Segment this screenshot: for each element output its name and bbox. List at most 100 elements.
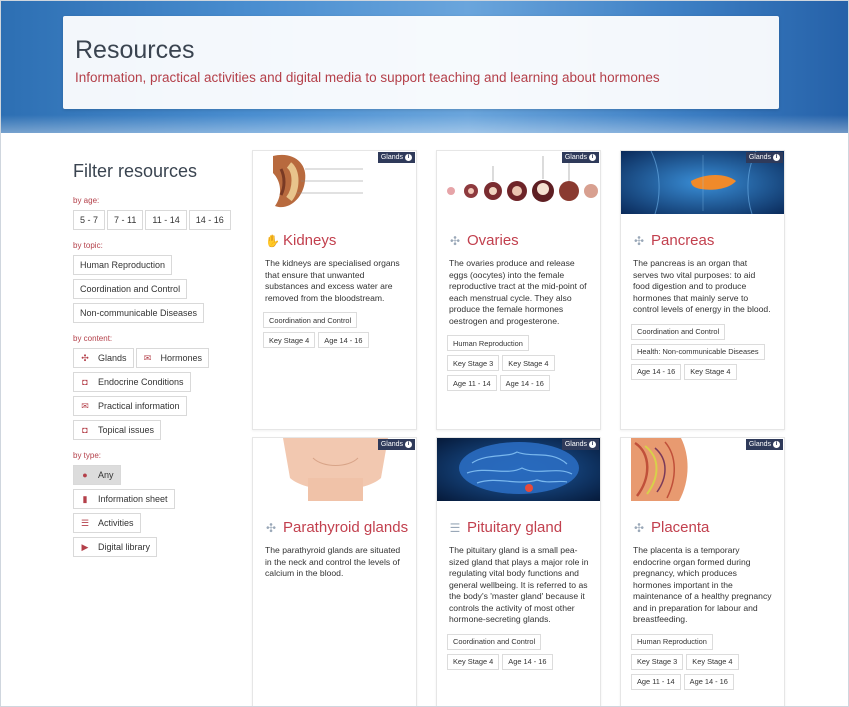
card-tags: Key Stage 4 Age 14 - 16 <box>263 332 410 348</box>
list-icon: ☰ <box>449 521 461 535</box>
filter-content-row: ✣ Glands ✉ Hormones <box>73 348 210 372</box>
glands-icon: ✣ <box>265 521 277 535</box>
tag-key-stage-4[interactable]: Key Stage 4 <box>263 332 316 348</box>
filter-content-glands[interactable]: ✣ Glands <box>73 348 134 368</box>
info-icon[interactable]: i <box>589 441 596 448</box>
card-tags: Age 11 - 14 Age 14 - 16 <box>447 375 594 391</box>
card-title[interactable]: ✣ Parathyroid glands <box>265 519 416 537</box>
card-badge: Glands i <box>377 152 415 163</box>
tag-key-stage-3[interactable]: Key Stage 3 <box>447 355 500 371</box>
info-icon[interactable]: i <box>405 441 412 448</box>
tag-health-non-communicable[interactable]: Health: Non-communicable Diseases <box>631 343 765 360</box>
card-description: The ovaries produce and release eggs (oo… <box>449 258 587 326</box>
card-description: The kidneys are specialised organs that … <box>265 258 400 303</box>
filter-age-7-11[interactable]: 7 - 11 <box>107 210 144 230</box>
filter-content-practical-label: Practical information <box>98 401 180 411</box>
hand-icon: ✋ <box>265 234 280 248</box>
resource-card-parathyroid[interactable]: Glands i ✣ Parathyroid glands The parathyr… <box>252 437 417 706</box>
filter-topic-label: by topic: <box>73 241 103 250</box>
tag-coordination-control[interactable]: Coordination and Control <box>447 633 542 650</box>
resource-card-pancreas[interactable]: Glands i ✣ Pancreas The pancreas is an org… <box>620 150 785 430</box>
info-icon[interactable]: i <box>773 154 780 161</box>
filter-age-11-14[interactable]: 11 - 14 <box>145 210 187 230</box>
tag-key-stage-4[interactable]: Key Stage 4 <box>686 653 739 670</box>
filter-type-information-sheet[interactable]: ▮ Information sheet <box>73 489 175 509</box>
info-icon[interactable]: i <box>405 154 412 161</box>
tag-key-stage-4[interactable]: Key Stage 4 <box>502 355 555 371</box>
filter-age-5-7[interactable]: 5 - 7 <box>73 210 106 230</box>
filter-content-topical[interactable]: ◘ Topical issues <box>73 420 162 440</box>
card-title-text: Pituitary gland <box>467 519 563 536</box>
tag-human-reproduction[interactable]: Human Reproduction <box>631 633 713 650</box>
resource-card-placenta[interactable]: Glands i ✣ Placenta The placenta is a temp… <box>620 437 785 706</box>
page: Resources Information, practical activit… <box>0 0 849 707</box>
card-description: The pancreas is an organ that serves two… <box>633 258 771 314</box>
filter-content-endocrine[interactable]: ◘ Endocrine Conditions <box>73 372 191 392</box>
tag-coordination-control[interactable]: Coordination and Control <box>631 323 726 340</box>
card-tags: Health: Non-communicable Diseases <box>631 343 778 360</box>
filter-type-information-sheet-label: Information sheet <box>98 494 168 504</box>
filter-content-practical[interactable]: ✉ Practical information <box>73 396 187 416</box>
filter-content-endocrine-label: Endocrine Conditions <box>98 377 184 387</box>
card-badge-label: Glands <box>564 441 587 448</box>
info-icon[interactable]: i <box>589 154 596 161</box>
filter-type-label: by type: <box>73 451 102 460</box>
filter-topic-human-reproduction[interactable]: Human Reproduction <box>73 255 173 275</box>
tag-age-14-16[interactable]: Age 14 - 16 <box>499 375 550 391</box>
tag-key-stage-3[interactable]: Key Stage 3 <box>631 653 684 670</box>
card-badge-label: Glands <box>380 441 403 448</box>
tag-age-14-16[interactable]: Age 14 - 16 <box>502 653 553 670</box>
card-tags: Key Stage 3 Key Stage 4 <box>631 653 778 670</box>
page-title: Resources <box>75 36 195 64</box>
filter-content-label: by content: <box>73 334 113 343</box>
filter-topic-non-communicable[interactable]: Non-communicable Diseases <box>73 303 205 323</box>
info-icon[interactable]: i <box>773 441 780 448</box>
card-tags: Coordination and Control <box>447 633 594 650</box>
ovaries-image: Glands i <box>437 151 600 214</box>
card-badge: Glands i <box>561 152 599 163</box>
tag-age-14-16[interactable]: Age 14 - 16 <box>631 363 682 380</box>
card-badge-label: Glands <box>564 154 587 161</box>
filter-type-any-label: Any <box>98 470 114 480</box>
tag-age-14-16[interactable]: Age 14 - 16 <box>318 332 369 348</box>
card-tags: Human Reproduction <box>631 633 778 650</box>
page-subtitle: Information, practical activities and di… <box>75 70 660 85</box>
tag-key-stage-4[interactable]: Key Stage 4 <box>684 363 737 380</box>
card-title[interactable]: ✣ Placenta <box>633 519 784 537</box>
card-badge: Glands i <box>377 439 415 450</box>
practical-icon: ✉ <box>81 400 89 411</box>
filter-content-hormones-label: Hormones <box>160 353 203 363</box>
tag-age-11-14[interactable]: Age 11 - 14 <box>447 375 497 391</box>
tag-age-14-16[interactable]: Age 14 - 16 <box>683 673 734 690</box>
resource-card-pituitary[interactable]: Glands i ☰ Pituitary gland The pituitary g… <box>436 437 601 706</box>
card-title-text: Kidneys <box>283 232 337 249</box>
filter-content-hormones[interactable]: ✉ Hormones <box>135 348 210 368</box>
glands-icon: ✣ <box>633 521 645 535</box>
filter-type-activities-label: Activities <box>98 518 134 528</box>
card-description: The parathyroid glands are situated in t… <box>265 545 401 578</box>
card-title[interactable]: ✣ Pancreas <box>633 232 784 250</box>
tag-age-11-14[interactable]: Age 11 - 14 <box>631 673 681 690</box>
parathyroid-image: Glands i <box>253 438 416 501</box>
filter-type-any[interactable]: ● Any <box>73 465 121 485</box>
conditions-icon: ◘ <box>82 377 88 387</box>
filter-title: Filter resources <box>73 161 198 181</box>
card-description: The placenta is a temporary endocrine or… <box>633 545 772 624</box>
filter-age-14-16[interactable]: 14 - 16 <box>188 210 231 230</box>
tag-human-reproduction[interactable]: Human Reproduction <box>447 335 529 351</box>
card-title[interactable]: ✋ Kidneys <box>265 232 416 250</box>
resource-card-kidneys[interactable]: Glands i ✋ Kidneys The kidneys are special… <box>252 150 417 430</box>
filter-age-group: 5 - 7 7 - 11 11 - 14 14 - 16 <box>73 210 243 234</box>
filter-topic-group: Human Reproduction Coordination and Cont… <box>73 255 243 327</box>
glands-icon: ✣ <box>633 234 645 248</box>
resource-card-ovaries[interactable]: Glands i ✣ Ovaries The ovaries produce and… <box>436 150 601 430</box>
filter-type-digital-library[interactable]: ▶ Digital library <box>73 537 158 557</box>
filter-topic-coordination-control[interactable]: Coordination and Control <box>73 279 188 299</box>
tag-key-stage-4[interactable]: Key Stage 4 <box>447 653 500 670</box>
card-title-text: Pancreas <box>651 232 715 249</box>
tag-coordination-control[interactable]: Coordination and Control <box>263 312 358 328</box>
card-tags: Age 11 - 14 Age 14 - 16 <box>631 673 778 690</box>
card-title[interactable]: ✣ Ovaries <box>449 232 600 250</box>
filter-type-activities[interactable]: ☰ Activities <box>73 513 141 533</box>
card-title[interactable]: ☰ Pituitary gland <box>449 519 600 537</box>
